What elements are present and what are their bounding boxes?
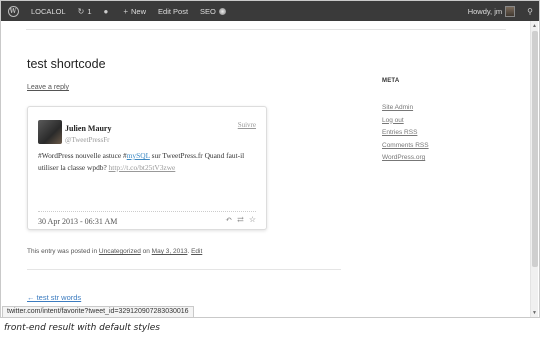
vertical-scrollbar[interactable]: ▲ ▼ bbox=[530, 21, 538, 317]
leave-reply-link[interactable]: Leave a reply bbox=[27, 84, 69, 91]
tweet-text: #WordPress nouvelle astuce #mySQL sur Tw… bbox=[38, 150, 258, 174]
meta-widget-title: META bbox=[382, 78, 400, 84]
updates-count: 1 bbox=[87, 6, 92, 16]
content-divider bbox=[27, 269, 341, 270]
refresh-icon: ↻ bbox=[77, 6, 85, 16]
category-link[interactable]: Uncategorized bbox=[99, 248, 141, 255]
seo-menu[interactable]: SEO bbox=[194, 1, 232, 21]
tweet-date[interactable]: 30 Apr 2013 - 06:31 AM bbox=[38, 217, 117, 226]
tweet-divider bbox=[38, 211, 256, 212]
figure-caption: front-end result with default styles bbox=[4, 323, 160, 333]
wp-logo-menu[interactable]: W bbox=[1, 1, 25, 21]
comments-menu[interactable]: ● bbox=[97, 1, 117, 21]
page-content: test shortcode Leave a reply Julien Maur… bbox=[1, 21, 531, 317]
entry-meta-on: on bbox=[140, 248, 152, 255]
browser-frame: W LOCALOL ↻ 1 ● + New Edit Post SEO Howd… bbox=[0, 0, 540, 318]
post-title: test shortcode bbox=[27, 57, 106, 71]
retweet-icon[interactable]: ⇄ bbox=[237, 215, 244, 224]
post-date-link[interactable]: May 3, 2013 bbox=[152, 248, 188, 255]
scroll-down-arrow-icon[interactable]: ▼ bbox=[532, 310, 537, 316]
avatar bbox=[505, 5, 516, 17]
scrollbar-thumb[interactable] bbox=[532, 31, 538, 267]
follow-button[interactable]: Suivre bbox=[238, 121, 256, 129]
reply-icon[interactable]: ↶ bbox=[225, 215, 232, 224]
tweet-author-handle[interactable]: @TweetPressFr bbox=[65, 136, 109, 144]
entry-meta-prefix: This entry was posted in bbox=[27, 248, 99, 255]
seo-label: SEO bbox=[200, 6, 216, 16]
site-name-label: LOCALOL bbox=[31, 6, 66, 16]
meta-link-wordpress-org[interactable]: WordPress.org bbox=[382, 152, 429, 165]
tweet-text-before: #WordPress nouvelle astuce # bbox=[38, 151, 127, 160]
entry-meta: This entry was posted in Uncategorized o… bbox=[27, 248, 202, 255]
howdy-label: Howdy, jm bbox=[467, 6, 503, 16]
meta-widget-list: Site Admin Log out Entries RSS Comments … bbox=[382, 102, 429, 165]
seo-score-icon bbox=[218, 7, 226, 15]
header-divider bbox=[26, 29, 506, 30]
new-content-menu[interactable]: + New bbox=[117, 1, 152, 21]
tweet-url-link[interactable]: http://t.co/bt25tV3zwe bbox=[109, 163, 176, 172]
tweet-author-name[interactable]: Julien Maury bbox=[65, 124, 111, 133]
meta-link-site-admin[interactable]: Site Admin bbox=[382, 102, 429, 115]
search-icon: ⚲ bbox=[527, 6, 533, 16]
site-name-menu[interactable]: LOCALOL bbox=[25, 1, 72, 21]
new-label: New bbox=[131, 6, 147, 16]
tweet-actions: ↶ ⇄ ☆ bbox=[225, 215, 256, 224]
edit-post-label: Edit Post bbox=[158, 6, 189, 16]
comment-bubble-icon: ● bbox=[103, 6, 109, 16]
favorite-star-icon[interactable]: ☆ bbox=[249, 215, 256, 224]
tweet-hashtag-link[interactable]: mySQL bbox=[127, 151, 150, 160]
search-button[interactable]: ⚲ bbox=[521, 1, 539, 21]
edit-link[interactable]: Edit bbox=[191, 248, 202, 255]
embedded-tweet: Julien Maury @TweetPressFr Suivre #WordP… bbox=[27, 106, 267, 230]
plus-icon: + bbox=[123, 6, 128, 16]
meta-link-log-out[interactable]: Log out bbox=[382, 115, 429, 128]
tweet-author-avatar[interactable] bbox=[38, 120, 62, 144]
status-bar-url: twitter.com/intent/favorite?tweet_id=329… bbox=[2, 306, 194, 317]
meta-link-comments-rss[interactable]: Comments RSS bbox=[382, 140, 429, 153]
wordpress-icon: W bbox=[7, 5, 19, 17]
edit-post-link[interactable]: Edit Post bbox=[152, 1, 194, 21]
previous-post-link[interactable]: ← test str words bbox=[27, 293, 81, 302]
updates-menu[interactable]: ↻ 1 bbox=[72, 1, 98, 21]
wp-admin-bar: W LOCALOL ↻ 1 ● + New Edit Post SEO Howd… bbox=[1, 1, 539, 21]
scroll-up-arrow-icon[interactable]: ▲ bbox=[532, 23, 537, 29]
meta-link-entries-rss[interactable]: Entries RSS bbox=[382, 127, 429, 140]
my-account-menu[interactable]: Howdy, jm bbox=[462, 1, 521, 21]
